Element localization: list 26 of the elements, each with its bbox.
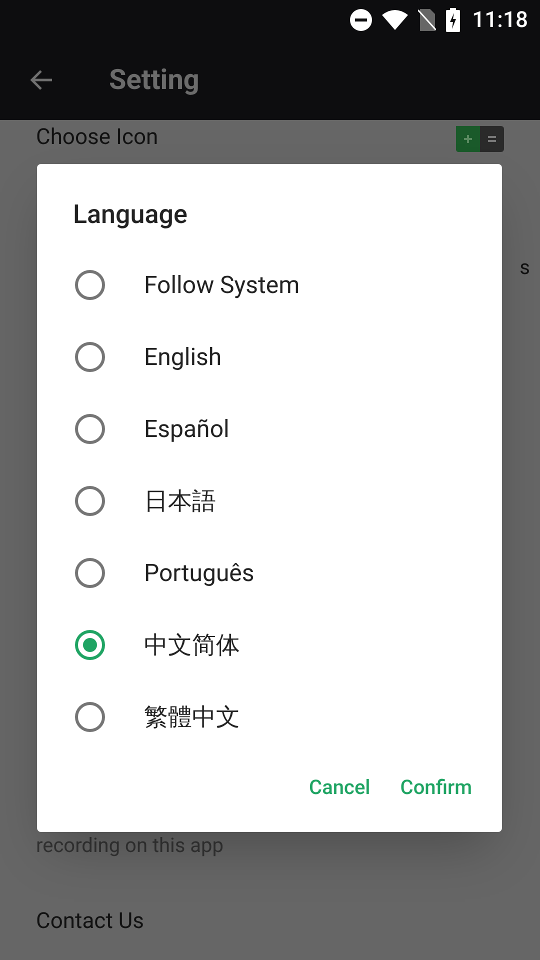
setting-text: s <box>520 254 530 281</box>
radio-button[interactable] <box>75 486 105 516</box>
language-option[interactable]: English <box>144 339 222 375</box>
radio-button[interactable] <box>75 414 105 444</box>
radio-button[interactable] <box>75 702 105 732</box>
language-option[interactable]: Español <box>144 411 230 447</box>
battery-charging-icon <box>446 8 460 32</box>
language-option[interactable]: Português <box>144 555 254 591</box>
setting-title: Choose Icon <box>36 124 158 152</box>
dialog-title: Language <box>73 199 188 232</box>
calculator-app-icon[interactable] <box>456 126 504 152</box>
wifi-icon <box>382 10 408 30</box>
no-sim-icon <box>418 9 436 31</box>
language-option[interactable]: Follow System <box>144 267 300 303</box>
radio-button[interactable] <box>75 630 105 660</box>
do-not-disturb-icon <box>350 9 372 31</box>
back-arrow-icon[interactable] <box>30 68 54 92</box>
radio-button[interactable] <box>75 342 105 372</box>
toolbar-title: Setting <box>109 62 200 98</box>
radio-button[interactable] <box>75 558 105 588</box>
setting-title: Contact Us <box>36 908 144 936</box>
radio-button[interactable] <box>75 270 105 300</box>
clock-time: 11:18 <box>472 6 528 34</box>
language-option[interactable]: 日本語 <box>144 483 216 519</box>
language-option[interactable]: 中文简体 <box>144 627 240 663</box>
language-option[interactable]: 繁體中文 <box>144 699 240 735</box>
